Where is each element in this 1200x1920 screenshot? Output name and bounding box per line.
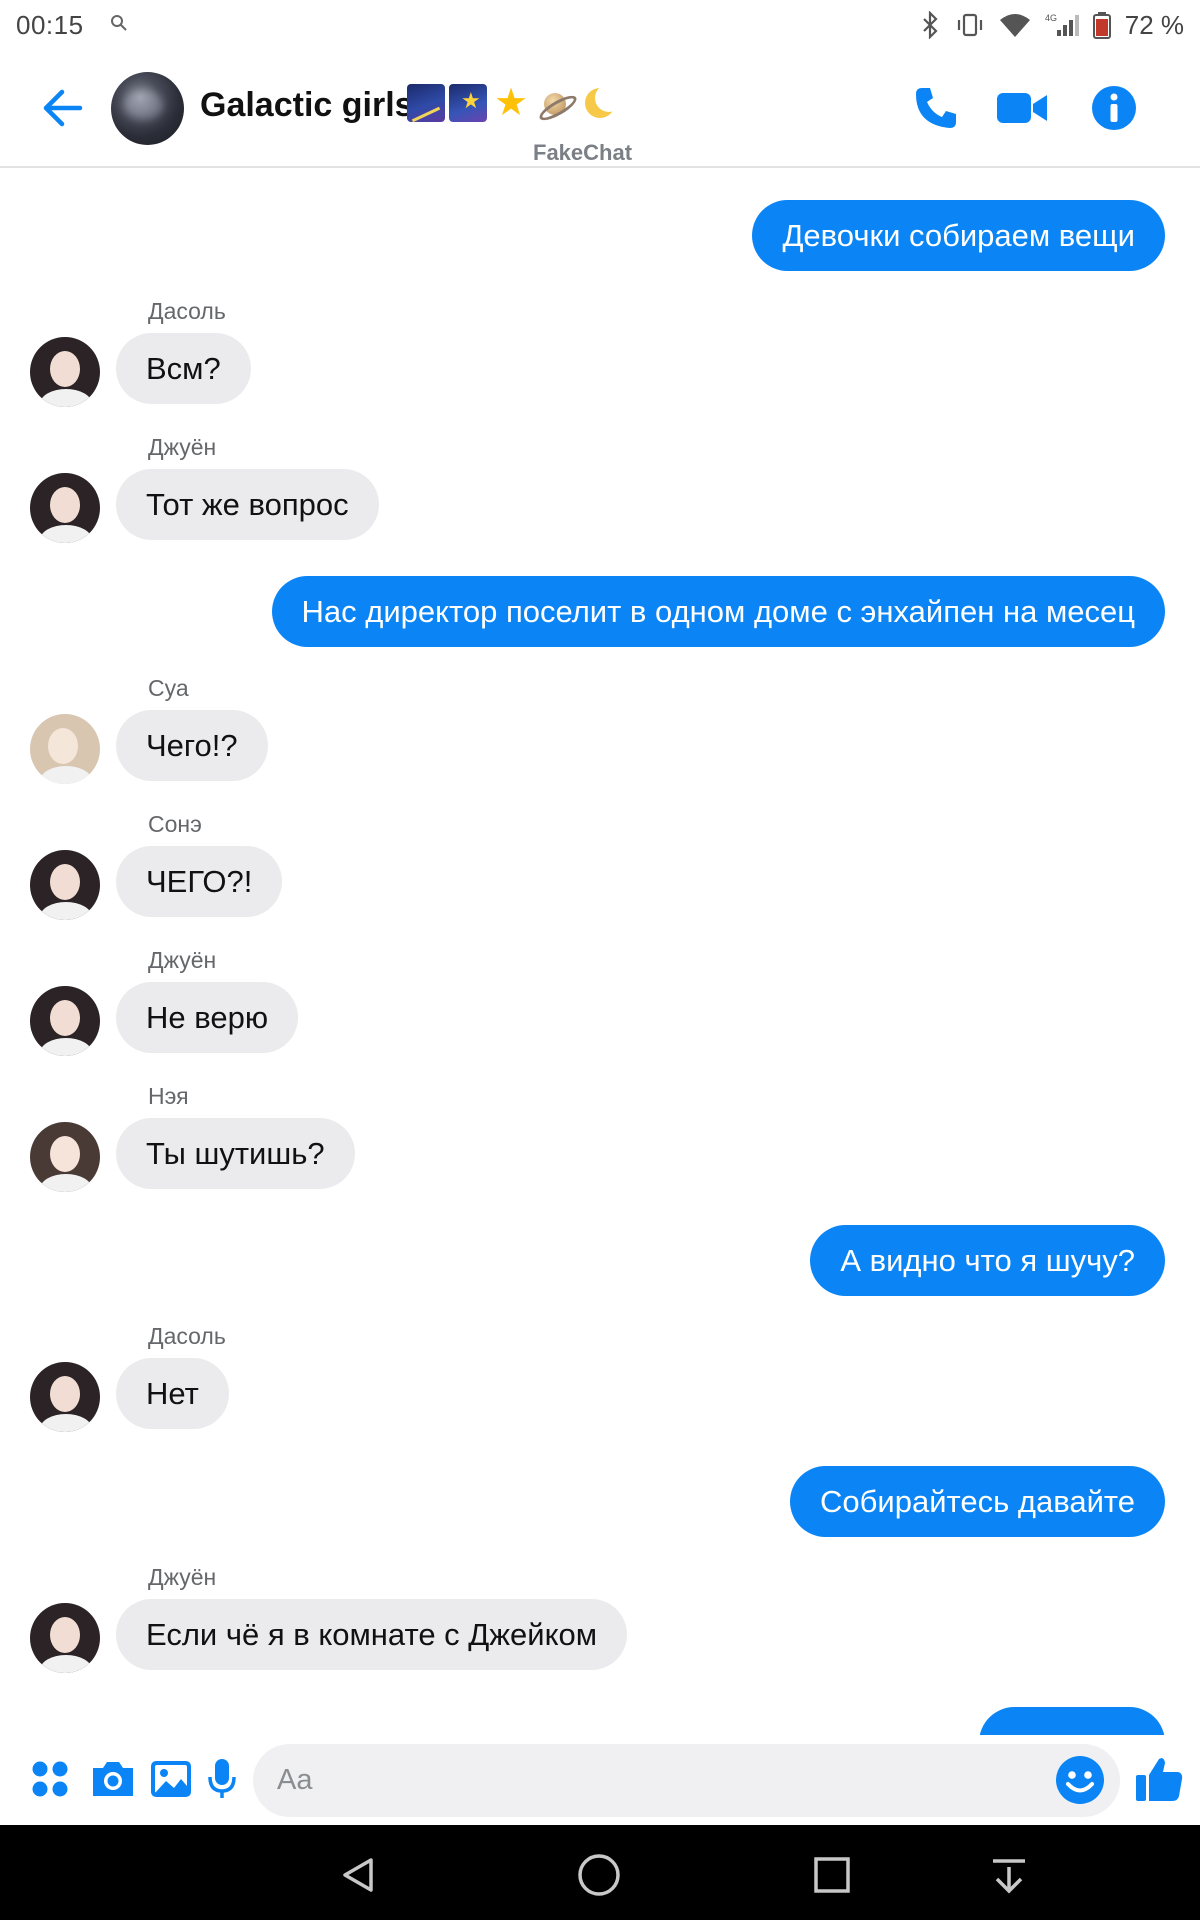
phone-icon: [916, 88, 956, 128]
avatar[interactable]: [30, 714, 100, 784]
apps-grid-icon: [32, 1761, 68, 1797]
voice-call-button[interactable]: [906, 80, 966, 136]
info-icon: [1092, 86, 1136, 130]
image-icon: [151, 1761, 191, 1797]
sender-name: Сонэ: [148, 811, 202, 837]
outgoing-message[interactable]: Девочки собираем вещи: [752, 200, 1165, 271]
outgoing-message[interactable]: А видно что я шучу?: [810, 1225, 1165, 1296]
message-composer: [0, 1735, 1200, 1825]
system-navigation-bar: [0, 1825, 1200, 1920]
triangle-back-icon: [343, 1858, 373, 1892]
like-button[interactable]: [1131, 1751, 1187, 1807]
outgoing-message-partial[interactable]: [979, 1707, 1165, 1735]
sender-name: Нэя: [148, 1083, 189, 1109]
svg-text:4G: 4G: [1045, 13, 1057, 23]
camera-button[interactable]: [85, 1751, 141, 1807]
back-button[interactable]: [30, 80, 94, 136]
sender-name: Джуён: [148, 434, 217, 460]
avatar[interactable]: [30, 1122, 100, 1192]
message-list[interactable]: Девочки собираем вещи Дасоль Всм? Джуён …: [0, 170, 1200, 1735]
avatar[interactable]: [30, 986, 100, 1056]
avatar[interactable]: [30, 337, 100, 407]
incoming-message[interactable]: Чего!?: [116, 710, 268, 781]
message-input[interactable]: [253, 1744, 1120, 1817]
emoji-button[interactable]: [1053, 1753, 1107, 1807]
square-recents-icon: [814, 1857, 850, 1893]
bluetooth-icon: [919, 11, 941, 39]
info-button[interactable]: [1084, 80, 1144, 136]
watermark: FakeChat: [533, 140, 633, 165]
back-arrow-icon: [43, 89, 83, 127]
video-camera-icon: [997, 93, 1047, 123]
incoming-message[interactable]: Тот же вопрос: [116, 469, 379, 540]
nav-recents-button[interactable]: [804, 1847, 860, 1903]
thumbs-up-icon: [1136, 1758, 1183, 1801]
ringed-planet-icon: [535, 84, 575, 124]
voice-message-button[interactable]: [194, 1751, 250, 1807]
incoming-message[interactable]: ЧЕГО?!: [116, 846, 283, 917]
incoming-message[interactable]: Нет: [116, 1358, 229, 1429]
incoming-message[interactable]: Не верю: [116, 982, 299, 1053]
title-emojis: ★: [407, 82, 623, 124]
avatar[interactable]: [30, 850, 100, 920]
status-bar: 00:15 4G 72 %: [0, 0, 1200, 50]
more-actions-button[interactable]: [22, 1751, 78, 1807]
nav-notifications-button[interactable]: [981, 1847, 1037, 1903]
sender-name: Суа: [148, 675, 189, 701]
nav-back-button[interactable]: [331, 1847, 387, 1903]
incoming-message[interactable]: Ты шутишь?: [116, 1118, 355, 1189]
camera-icon: [93, 1762, 133, 1796]
battery-icon: [1092, 11, 1111, 39]
nav-home-button[interactable]: [571, 1847, 627, 1903]
sender-name: Джуён: [148, 947, 217, 973]
pull-down-icon: [993, 1859, 1025, 1894]
night-with-stars-icon: [407, 84, 445, 122]
avatar[interactable]: [30, 1603, 100, 1673]
outgoing-message[interactable]: Нас директор поселит в одном доме с энха…: [271, 576, 1165, 647]
microphone-icon: [208, 1759, 236, 1798]
group-avatar[interactable]: [111, 72, 184, 145]
incoming-message[interactable]: Если чё я в комнате с Джейком: [116, 1599, 628, 1670]
incoming-message[interactable]: Всм?: [116, 333, 251, 404]
sender-name: Дасоль: [148, 1323, 226, 1349]
circle-home-icon: [578, 1854, 620, 1896]
status-time: 00:15: [16, 9, 84, 40]
signal-icon: 4G: [1045, 12, 1079, 38]
sender-name: Джуён: [148, 1564, 217, 1590]
crescent-moon-icon: [579, 84, 623, 124]
chat-title[interactable]: Galactic girls: [200, 86, 414, 125]
avatar[interactable]: [30, 473, 100, 543]
outgoing-message[interactable]: Собирайтесь давайте: [790, 1466, 1165, 1537]
battery-percentage: 72 %: [1124, 9, 1184, 40]
milky-way-icon: [449, 84, 487, 122]
smiley-icon: [1056, 1756, 1104, 1804]
search-notification-icon: [110, 14, 128, 37]
star-icon: ★: [493, 82, 529, 124]
vibrate-icon: [955, 12, 985, 38]
video-call-button[interactable]: [992, 80, 1052, 136]
gallery-button[interactable]: [143, 1751, 199, 1807]
avatar[interactable]: [30, 1362, 100, 1432]
sender-name: Дасоль: [148, 298, 226, 324]
wifi-icon: [999, 12, 1031, 38]
chat-header: Galactic girls ★ FakeChat: [0, 50, 1200, 168]
